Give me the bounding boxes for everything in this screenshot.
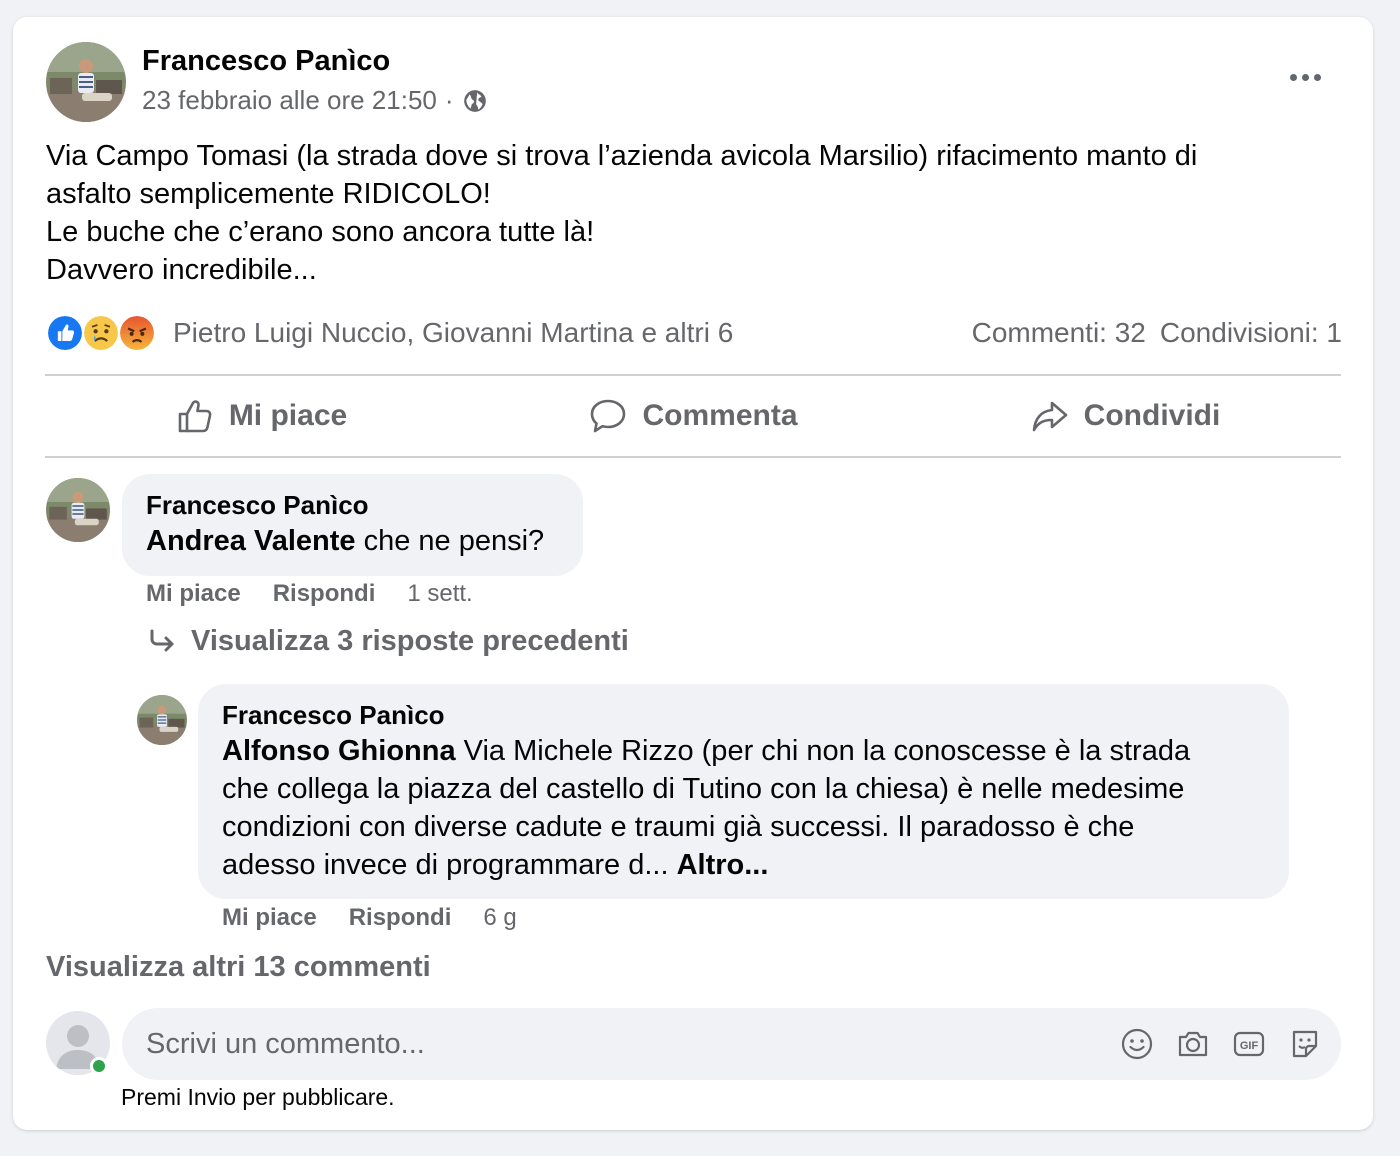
more-dots-icon: [1289, 73, 1297, 81]
angry-reaction-icon: [118, 314, 156, 352]
post-actions: Mi piace Commenta Condividi: [45, 377, 1341, 455]
divider: [45, 374, 1341, 376]
shares-count[interactable]: Condivisioni: 1: [1160, 317, 1342, 349]
reply-body-4: adesso invece di programmare d...: [222, 849, 677, 881]
share-button[interactable]: Condividi: [909, 377, 1341, 455]
post-author-name[interactable]: Francesco Panìco: [142, 45, 390, 78]
reply-author[interactable]: Francesco Panìco: [222, 700, 445, 731]
reply-time[interactable]: 6 g: [483, 904, 516, 932]
globe-icon[interactable]: [462, 88, 488, 114]
reply-author-avatar[interactable]: [137, 695, 187, 745]
post-meta: 23 febbraio alle ore 21:50 ·: [142, 85, 488, 116]
camera-icon[interactable]: [1175, 1026, 1211, 1062]
sticker-icon[interactable]: [1287, 1026, 1323, 1062]
speech-bubble-icon: [591, 399, 626, 433]
reply-meta: Mi piace Rispondi 6 g: [222, 904, 517, 932]
view-previous-replies-label: Visualizza 3 risposte precedenti: [191, 625, 629, 657]
gif-icon[interactable]: GIF: [1231, 1026, 1267, 1062]
reply-bubble: Francesco Panìco Alfonso Ghionna Via Mic…: [198, 684, 1289, 899]
reply-body-1: Via Michele Rizzo (per chi non la conosc…: [455, 735, 1191, 767]
comment-author[interactable]: Francesco Panìco: [146, 490, 369, 521]
post-text-line: asfalto semplicemente RIDICOLO!: [46, 178, 491, 210]
post-card: Francesco Panìco 23 febbraio alle ore 21…: [13, 17, 1373, 1130]
reply-text-line: che collega la piazza del castello di Tu…: [222, 773, 1185, 805]
see-more-link[interactable]: Altro...: [677, 849, 769, 881]
post-text-line: Le buche che c’erano sono ancora tutte l…: [46, 216, 595, 248]
svg-text:GIF: GIF: [1240, 1040, 1259, 1052]
comment-mention[interactable]: Andrea Valente: [146, 525, 356, 557]
comment-like-button[interactable]: Mi piace: [146, 580, 241, 608]
reply-arrow-icon: [150, 629, 174, 651]
like-button-label: Mi piace: [228, 399, 348, 432]
comment-meta: Mi piace Rispondi 1 sett.: [146, 580, 473, 608]
comment-time[interactable]: 1 sett.: [407, 580, 472, 608]
composer-icons: GIF: [1119, 1026, 1323, 1062]
engagement-counts: Commenti: 32 Condivisioni: 1: [972, 317, 1342, 349]
emoji-icon[interactable]: [1119, 1026, 1155, 1062]
comment-reply-button[interactable]: Rispondi: [273, 580, 376, 608]
post-text-line: Davvero incredibile...: [46, 254, 317, 286]
comment-bubble: Francesco Panìco Andrea Valente che ne p…: [122, 474, 583, 576]
share-arrow-icon: [1032, 401, 1067, 432]
comment-text: Andrea Valente che ne pensi?: [146, 522, 544, 560]
composer-hint: Premi Invio per pubblicare.: [121, 1084, 395, 1110]
comments-count[interactable]: Commenti: 32: [972, 317, 1146, 349]
comment-composer: GIF: [122, 1008, 1341, 1080]
online-status-dot: [90, 1057, 108, 1075]
divider: [45, 456, 1341, 458]
post-date[interactable]: 23 febbraio alle ore 21:50: [142, 85, 437, 116]
reply-mention[interactable]: Alfonso Ghionna: [222, 735, 456, 767]
reply-text-line: adesso invece di programmare d... Altro.…: [222, 846, 768, 884]
share-button-label: Condividi: [1083, 399, 1221, 432]
comment-body: che ne pensi?: [355, 525, 545, 557]
reply-text-line: condizioni con diverse cadute e traumi g…: [222, 811, 1135, 843]
comment-input[interactable]: [146, 1008, 1096, 1080]
post-text-line: Via Campo Tomasi (la strada dove si trov…: [46, 140, 1198, 172]
like-button[interactable]: Mi piace: [45, 377, 477, 455]
meta-separator: ·: [444, 85, 454, 115]
reply-reply-button[interactable]: Rispondi: [349, 904, 452, 932]
reply-like-button[interactable]: Mi piace: [222, 904, 317, 932]
comment-button[interactable]: Commenta: [477, 377, 909, 455]
author-avatar[interactable]: [46, 42, 126, 122]
post-text: Via Campo Tomasi (la strada dove si trov…: [46, 137, 1336, 289]
thumbs-up-icon: [178, 400, 212, 433]
more-options-button[interactable]: [1281, 59, 1329, 95]
view-more-comments[interactable]: Visualizza altri 13 commenti: [46, 951, 431, 984]
reaction-icons[interactable]: [46, 313, 162, 353]
view-previous-replies[interactable]: Visualizza 3 risposte precedenti: [147, 625, 629, 658]
reactors-text[interactable]: Pietro Luigi Nuccio, Giovanni Martina e …: [173, 317, 733, 349]
reactions-summary: Pietro Luigi Nuccio, Giovanni Martina e …: [46, 313, 1342, 353]
comment-button-label: Commenta: [642, 399, 798, 432]
like-reaction-icon: [46, 314, 84, 352]
sad-reaction-icon: [82, 314, 120, 352]
reply-text-line: Alfonso Ghionna Via Michele Rizzo (per c…: [222, 732, 1190, 770]
commenter-avatar[interactable]: [46, 478, 110, 542]
